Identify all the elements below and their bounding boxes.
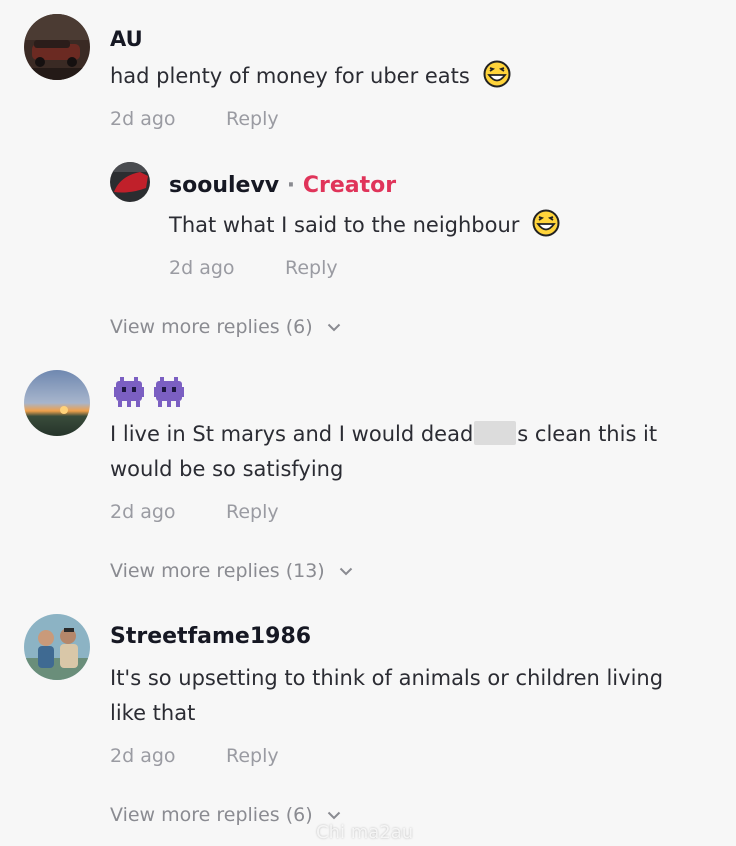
view-more-label: View more replies (13): [110, 560, 325, 582]
comment-text-line-1: It's so upsetting to think of animals or…: [110, 666, 664, 690]
comment-text: had plenty of money for uber eats: [110, 58, 511, 94]
comment-time: 2d ago: [110, 108, 176, 130]
comment-username[interactable]: [112, 375, 192, 415]
avatar[interactable]: [24, 14, 90, 80]
reply-button[interactable]: Reply: [226, 501, 279, 523]
avatar-sunset-image: [24, 370, 90, 436]
view-more-replies-button[interactable]: View more replies (6): [110, 804, 341, 826]
reply-button[interactable]: Reply: [226, 108, 279, 130]
reply-text: That what I said to the neighbour: [169, 207, 560, 243]
alien-monster-icon: [114, 377, 144, 407]
avatar-people-image: [24, 614, 90, 680]
avatar-red-car-image: [110, 162, 150, 202]
reply-avatar[interactable]: [110, 162, 150, 202]
censored-word-blur: [474, 421, 517, 445]
comment-text-line-1: I live in St marys and I would dead s cle…: [110, 416, 657, 452]
reply-username-label[interactable]: sooulevv: [169, 173, 279, 198]
chevron-down-icon: [327, 323, 340, 332]
comment-username[interactable]: AU: [110, 27, 143, 51]
avatar[interactable]: [24, 614, 90, 680]
chevron-down-icon: [327, 811, 340, 820]
comment-text-line-2: like that: [110, 701, 196, 725]
alien-monster-icon: [154, 377, 184, 407]
comment-text-part-2: s clean this it: [517, 422, 658, 446]
chevron-down-icon: [339, 567, 352, 576]
reply-text-content: That what I said to the neighbour: [169, 213, 520, 237]
view-more-label: View more replies (6): [110, 316, 313, 338]
view-more-label: View more replies (6): [110, 804, 313, 826]
reply-username: sooulevv · Creator: [169, 173, 396, 198]
comment-time: 2d ago: [110, 745, 176, 767]
reply-button[interactable]: Reply: [226, 745, 279, 767]
watermark: Chi ma2au: [316, 822, 414, 843]
badge-separator: ·: [279, 173, 303, 198]
avatar-car-image: [24, 14, 90, 80]
comment-time: 2d ago: [110, 501, 176, 523]
comment-text-line-2: would be so satisfying: [110, 457, 344, 481]
comment-text-part-1: I live in St marys and I would dead: [110, 422, 474, 446]
comment-username[interactable]: Streetfame1986: [110, 624, 311, 649]
reply-time: 2d ago: [169, 257, 235, 279]
creator-badge: Creator: [302, 173, 397, 198]
laughing-emoji-icon: [532, 209, 560, 237]
avatar[interactable]: [24, 370, 90, 436]
comment-text-content: had plenty of money for uber eats: [110, 64, 470, 88]
reply-button[interactable]: Reply: [285, 257, 338, 279]
view-more-replies-button[interactable]: View more replies (6): [110, 316, 341, 338]
laughing-emoji-icon: [483, 60, 511, 88]
view-more-replies-button[interactable]: View more replies (13): [110, 560, 353, 582]
